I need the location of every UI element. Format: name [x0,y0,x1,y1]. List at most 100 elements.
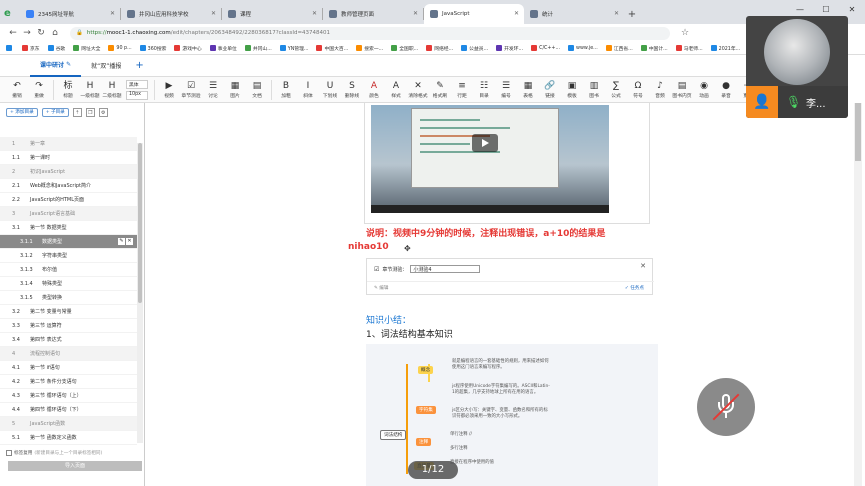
toolbar-button[interactable]: S 删除线 [341,81,363,99]
toolbar-button[interactable]: H 二级标题 [101,81,123,99]
toolbar-button[interactable]: ☑ 章节测验 [180,81,202,99]
chapter-item[interactable]: 3.1.2 字符串类型 [0,249,137,263]
toolbar-button[interactable]: ✎ 格式刷 [429,81,451,99]
bookmark-item[interactable]: 搜索一... [356,45,383,52]
toolbar-button[interactable]: ◉ 动画 [693,81,715,99]
apps-icon[interactable] [6,45,14,51]
bookmark-item[interactable]: YN管理... [279,45,308,52]
star-icon[interactable]: ☆ [678,28,692,38]
forward-icon[interactable]: → [20,28,34,38]
browser-tab[interactable]: JavaScript ✕ [424,4,524,24]
toolbar-button[interactable]: I 斜体 [297,81,319,99]
close-tab-icon[interactable]: ✕ [413,10,418,17]
url-field[interactable]: 🔒 https:// mooc1-1.chaoxing.com /edit/ch… [70,26,670,40]
toolbar-button[interactable]: ▶ 视频 [158,81,180,99]
video-control-bar[interactable] [371,205,609,213]
toolbar-button[interactable]: 🔗 链接 [539,81,561,99]
add-directory-button[interactable]: + 添加目录 [6,107,38,117]
chapter-section[interactable]: 5 JavaScript函数 [0,417,137,431]
import-page-button[interactable]: 导入页面 [8,461,142,471]
font-size-select[interactable]: 10px [126,90,148,100]
app-tab-discussion[interactable]: 课中研讨 ✎ [30,55,82,77]
back-icon[interactable]: ← [6,28,20,38]
bookmark-item[interactable]: 网址大全 [73,45,100,52]
video-call-tile[interactable]: 👤 🎙 李... [746,16,848,118]
bookmark-item[interactable]: 全国职... [391,45,418,52]
settings-icon[interactable]: ⚙ [98,107,108,117]
chapter-item[interactable]: 5.1 第一节 函数定义函数 [0,431,137,445]
bookmark-item[interactable]: 游戏中心 [174,45,202,52]
bookmark-item[interactable]: 360搜索 [139,45,166,52]
bookmark-item[interactable]: 90 p... [108,45,132,51]
chapter-item[interactable]: 3.3 第三节 运算符 [0,319,137,333]
chapter-scrollbar[interactable] [137,143,143,443]
toolbar-button[interactable]: B 加粗 [275,81,297,99]
toolbar-button[interactable]: ▤ 文档 [246,81,268,99]
close-tab-icon[interactable]: ✕ [514,10,519,17]
chapter-quiz-block[interactable]: ☑ 章节测验： 小测验4 ✕ ✎ 编辑 ✓ 任务点 [366,258,654,295]
close-tab-icon[interactable]: ✕ [614,10,619,17]
chapter-item[interactable]: 2.2 JavaScript的HTML页面 [0,193,137,207]
chapter-item[interactable]: 3.1.3 布尔值 [0,263,137,277]
bookmark-item[interactable]: 中国计... [640,45,668,52]
task-point-toggle[interactable]: ✓ 任务点 [625,285,644,291]
chapter-item[interactable]: 4.4 第四节 循环语句（下） [0,403,137,417]
toolbar-button[interactable]: Ω 符号 [627,81,649,99]
toolbar-button[interactable]: ☰ 编号 [495,81,517,99]
toolbar-button[interactable]: ▤ 图书内页 [671,81,693,99]
chapter-item[interactable]: 4.2 第二节 条件分支语句 [0,375,137,389]
chapter-section[interactable]: 4 流程控制语句 [0,347,137,361]
toolbar-button[interactable]: ∑ 公式 [605,81,627,99]
browser-tab[interactable]: 井冈山应用科技学校 ✕ [121,4,221,24]
browser-tab[interactable]: 教师管理页面 ✕ [323,4,423,24]
toolbar-button[interactable]: ▦ 表格 [517,81,539,99]
new-tab-button[interactable]: + [624,4,640,24]
move-up-icon[interactable]: ⇡ [72,107,82,117]
editor-scrollbar[interactable] [854,103,862,486]
toolbar-button[interactable]: ▦ 图片 [224,81,246,99]
font-family-select[interactable]: 黑体 [126,79,148,89]
quiz-edit-button[interactable]: ✎ 编辑 [374,285,389,291]
bookmark-item[interactable]: 京东 [22,45,40,52]
chapter-section[interactable]: 3 JavaScript语言基础 [0,207,137,221]
scrollbar-thumb[interactable] [138,143,142,303]
delete-icon[interactable]: ✕ [126,238,133,245]
bookmark-item[interactable]: 开发环... [496,45,523,52]
chapter-item[interactable]: 3.1 第一节 数据类型 [0,221,137,235]
add-tab-icon[interactable]: + [135,60,143,71]
chapter-item[interactable]: 3.2 第二节 变量与常量 [0,305,137,319]
toolbar-button[interactable]: ☰ 讨论 [202,81,224,99]
toolbar-button[interactable]: ☷ 目录 [473,81,495,99]
bookmark-item[interactable]: 网络经... [426,45,453,52]
close-icon[interactable]: ✕ [640,262,646,270]
play-icon[interactable] [472,134,498,152]
toolbar-button[interactable]: 标标题 [57,81,79,99]
microphone-icon[interactable]: 🎙 [786,95,802,109]
chapter-section[interactable]: 1 第一章 [0,137,137,151]
toolbar-button[interactable]: ✕ 清除格式 [407,81,429,99]
toolbar-button[interactable]: ♪ 音频 [649,81,671,99]
bookmark-item[interactable]: 井冈山... [244,45,272,52]
quiz-name-input[interactable]: 小测验4 [410,265,481,273]
toolbar-button[interactable]: ▣ 模板 [561,81,583,99]
editor-canvas[interactable]: 说明：视频中9分钟的时候，注释出现错误，a+10的结果是 nihao10 ✥ ☑… [146,103,750,486]
tag-reuse-checkbox[interactable] [6,450,12,456]
reload-icon[interactable]: ↻ [34,28,48,38]
bookmark-item[interactable]: 中国大百... [316,45,348,52]
chapter-item[interactable]: 3.4 第四节 表达式 [0,333,137,347]
chapter-item[interactable]: 3.1.1 数据类型 ✎ ✕ [0,235,137,249]
toolbar-button[interactable]: ↷ 重做 [28,81,50,99]
bookmark-item[interactable]: C/C++... [531,45,560,51]
chapter-section[interactable]: 2 初识JavaScript [0,165,137,179]
add-subdirectory-button[interactable]: + 子目录 [41,107,69,117]
bookmark-item[interactable]: www.je... [568,45,598,51]
bookmark-item[interactable]: 2021年... [710,45,740,52]
toolbar-button[interactable]: H 一级标题 [79,81,101,99]
browser-tab[interactable]: 统计 ✕ [524,4,624,24]
scrollbar-thumb[interactable] [855,103,861,161]
close-tab-icon[interactable]: ✕ [312,10,317,17]
toolbar-button[interactable]: ≡ 行距 [451,81,473,99]
mute-button[interactable] [697,378,755,436]
close-tab-icon[interactable]: ✕ [211,10,216,17]
chapter-item[interactable]: 3.1.5 类型转换 [0,291,137,305]
